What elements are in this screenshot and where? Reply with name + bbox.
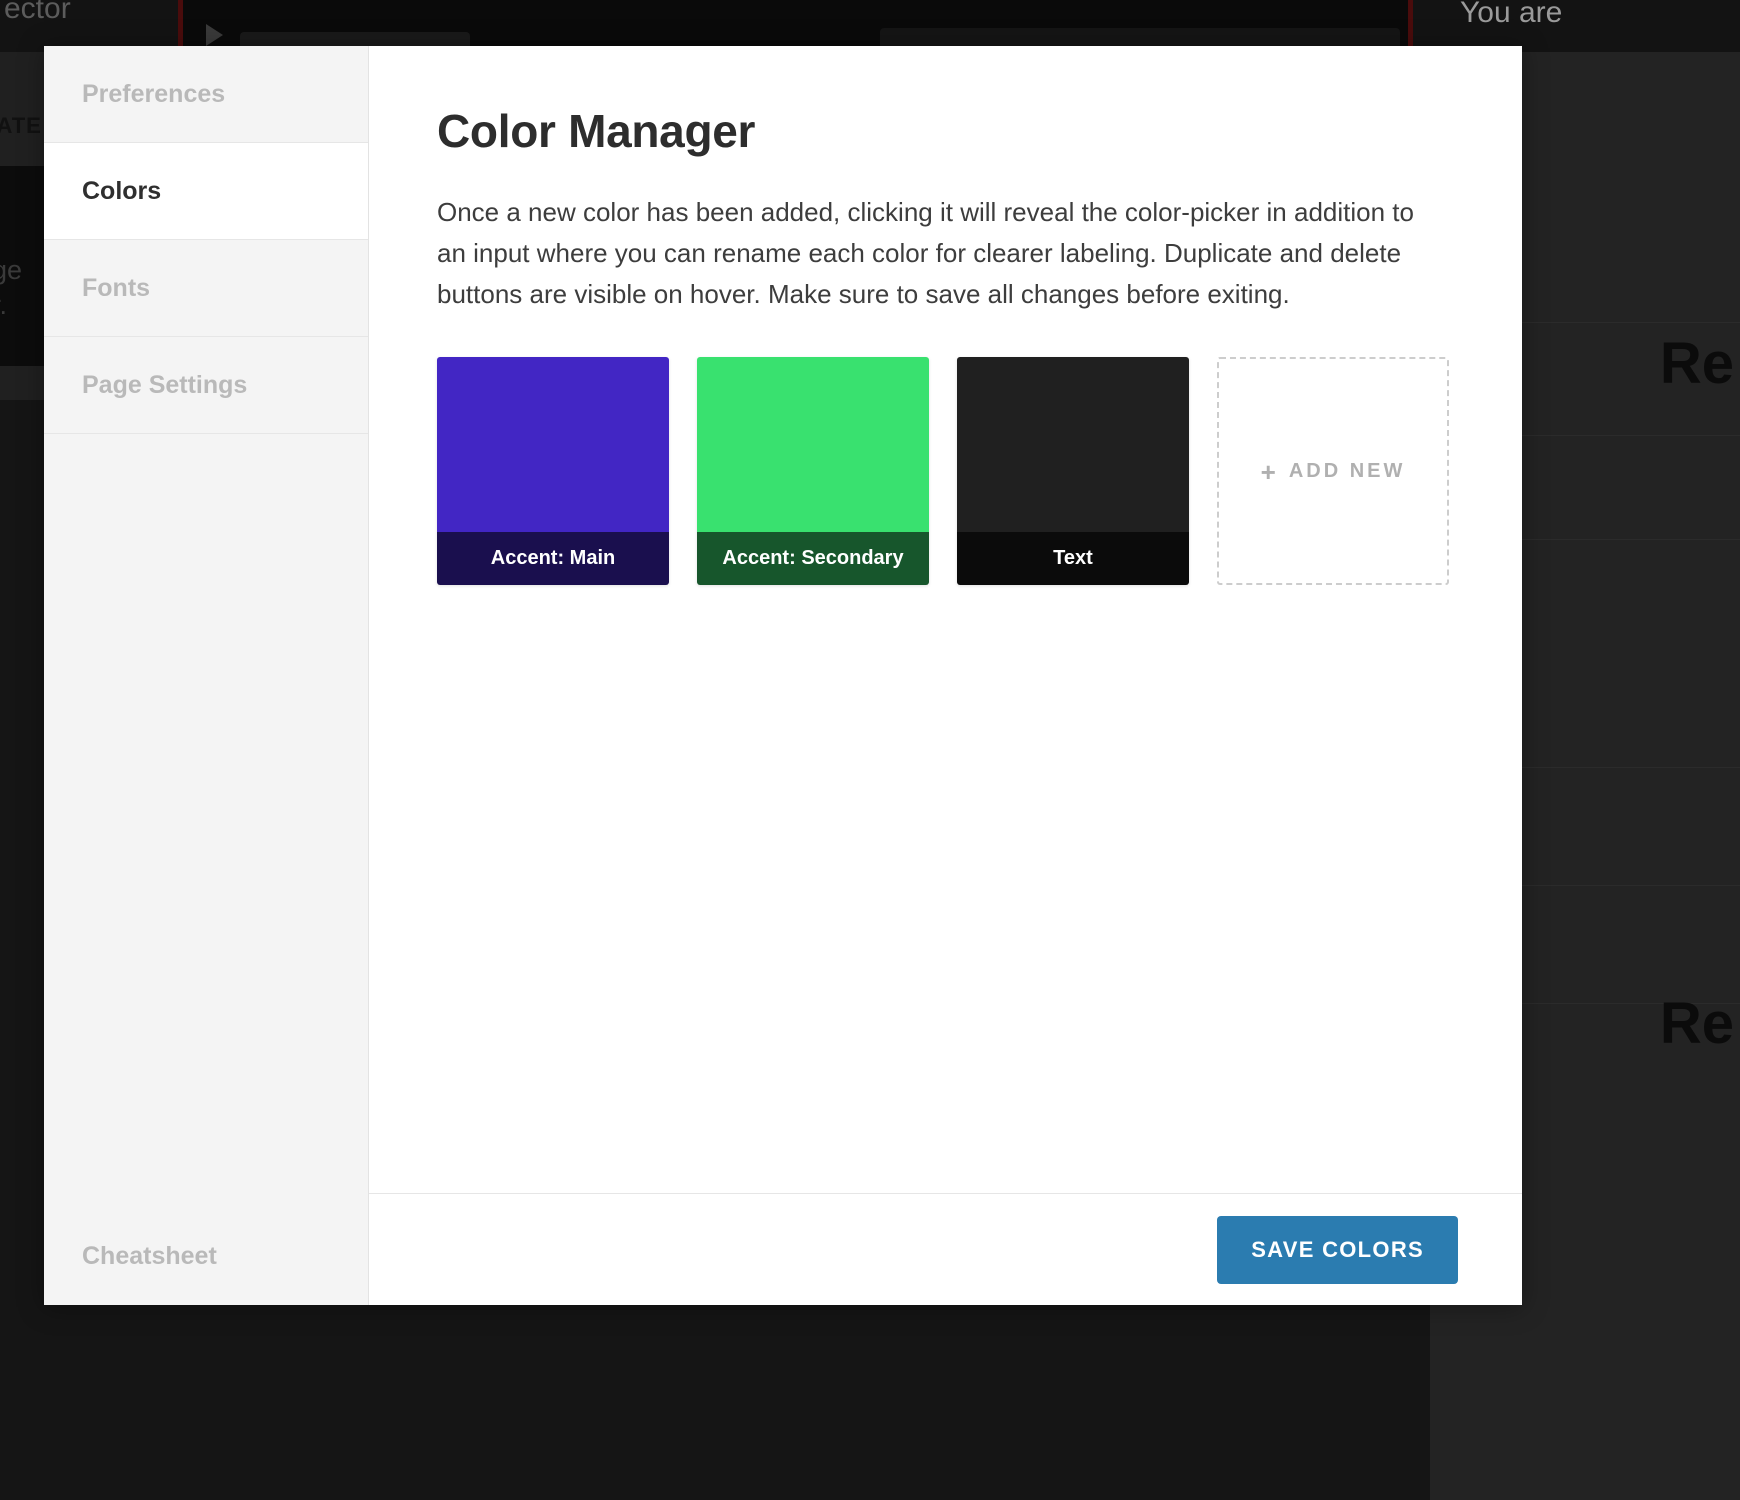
sidebar-item-colors[interactable]: Colors xyxy=(44,143,368,240)
modal-footer: SAVE COLORS xyxy=(369,1193,1522,1305)
page-title: Color Manager xyxy=(437,104,1522,158)
page-description: Once a new color has been added, clickin… xyxy=(437,192,1447,315)
add-new-label: ADD NEW xyxy=(1289,460,1406,483)
sidebar-item-label: Fonts xyxy=(82,274,150,303)
sidebar-item-label: Cheatsheet xyxy=(82,1242,217,1271)
background-text-page: ge xyxy=(0,255,22,286)
background-text-you-are: You are xyxy=(1460,0,1562,30)
color-swatch-list: Accent: Main Accent: Secondary Text + AD… xyxy=(437,357,1522,585)
sidebar-item-cheatsheet[interactable]: Cheatsheet xyxy=(44,1208,368,1305)
background-text-selector: ector xyxy=(4,0,71,26)
sidebar-spacer xyxy=(44,434,368,1208)
sidebar-item-page-settings[interactable]: Page Settings xyxy=(44,337,368,434)
color-swatch-label: Accent: Secondary xyxy=(697,532,929,585)
play-icon xyxy=(206,24,223,46)
color-swatch-label: Text xyxy=(957,532,1189,585)
settings-main-panel: Color Manager Once a new color has been … xyxy=(369,46,1522,1305)
sidebar-item-label: Preferences xyxy=(82,80,225,109)
colors-panel: Color Manager Once a new color has been … xyxy=(369,46,1522,1193)
background-text-template: LATE xyxy=(0,113,42,139)
color-swatch-accent-main[interactable]: Accent: Main xyxy=(437,357,669,585)
color-swatch-preview[interactable] xyxy=(697,357,929,532)
color-swatch-preview[interactable] xyxy=(437,357,669,532)
color-swatch-preview[interactable] xyxy=(957,357,1189,532)
screen: ector LATE ge r. You are T D G N A R xyxy=(0,0,1740,1500)
background-heading-results-bottom: Re xyxy=(1660,990,1734,1057)
sidebar-item-label: Colors xyxy=(82,177,161,206)
settings-modal: Preferences Colors Fonts Page Settings C… xyxy=(44,46,1522,1305)
add-new-color-button[interactable]: + ADD NEW xyxy=(1217,357,1449,585)
color-swatch-text[interactable]: Text xyxy=(957,357,1189,585)
sidebar-item-fonts[interactable]: Fonts xyxy=(44,240,368,337)
sidebar-item-preferences[interactable]: Preferences xyxy=(44,46,368,143)
color-swatch-accent-secondary[interactable]: Accent: Secondary xyxy=(697,357,929,585)
settings-sidebar: Preferences Colors Fonts Page Settings C… xyxy=(44,46,369,1305)
background-heading-results-top: Re xyxy=(1660,330,1734,397)
save-colors-button[interactable]: SAVE COLORS xyxy=(1217,1216,1458,1284)
color-swatch-label: Accent: Main xyxy=(437,532,669,585)
sidebar-item-label: Page Settings xyxy=(82,371,247,400)
background-text-period: r. xyxy=(0,290,7,321)
plus-icon: + xyxy=(1261,459,1276,485)
